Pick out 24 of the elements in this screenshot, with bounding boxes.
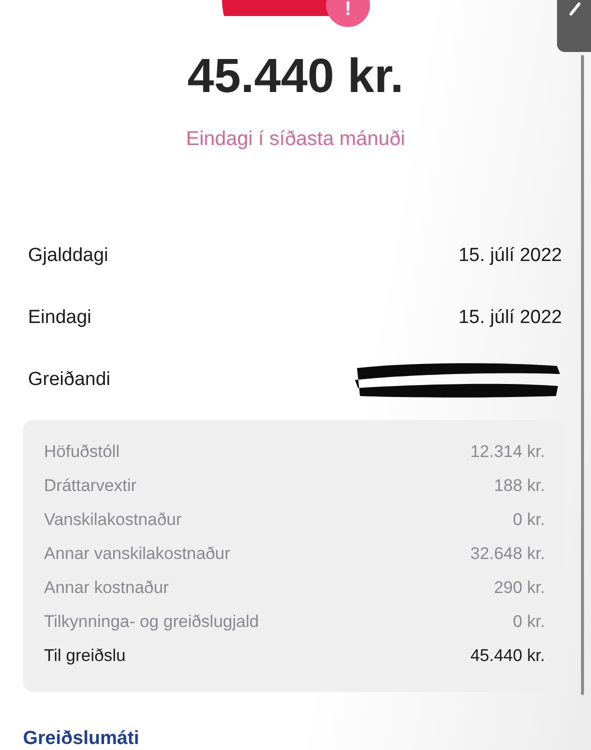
detail-label: Eindagi [28, 307, 92, 329]
breakdown-value: 32.648 kr. [470, 544, 545, 564]
detail-value: 15. júlí 2022 [458, 307, 562, 329]
alert-badge: ! [326, 0, 370, 27]
detail-label: Greiðandi [28, 369, 110, 391]
due-status: Eindagi í síðasta mánuði [184, 127, 406, 152]
detail-label: Gjalddagi [28, 245, 108, 267]
breakdown-label: Vanskilakostnaður [44, 510, 182, 530]
breakdown-label: Dráttarvextir [44, 476, 137, 496]
breakdown-value: 0 kr. [512, 612, 545, 632]
breakdown-value: 12.314 kr. [470, 442, 545, 462]
breakdown-label: Annar vanskilakostnaður [44, 544, 230, 564]
breakdown-value: 290 kr. [494, 578, 545, 598]
breakdown-label: Tilkynninga- og greiðslugjald [44, 612, 259, 632]
breakdown-label: Annar kostnaður [44, 578, 169, 598]
detail-value: 15. júlí 2022 [458, 245, 562, 267]
payment-method-heading[interactable]: Greiðslumáti [23, 727, 591, 750]
breakdown-label: Höfuðstóll [44, 442, 120, 462]
scrollbar[interactable] [581, 55, 584, 695]
breakdown-value: 45.440 kr. [470, 646, 545, 666]
breakdown-label: Til greiðslu [44, 646, 126, 666]
breakdown-value: 188 kr. [494, 476, 545, 496]
amount-total: 45.440 kr. [186, 52, 405, 102]
breakdown-value: 0 kr. [512, 510, 545, 530]
